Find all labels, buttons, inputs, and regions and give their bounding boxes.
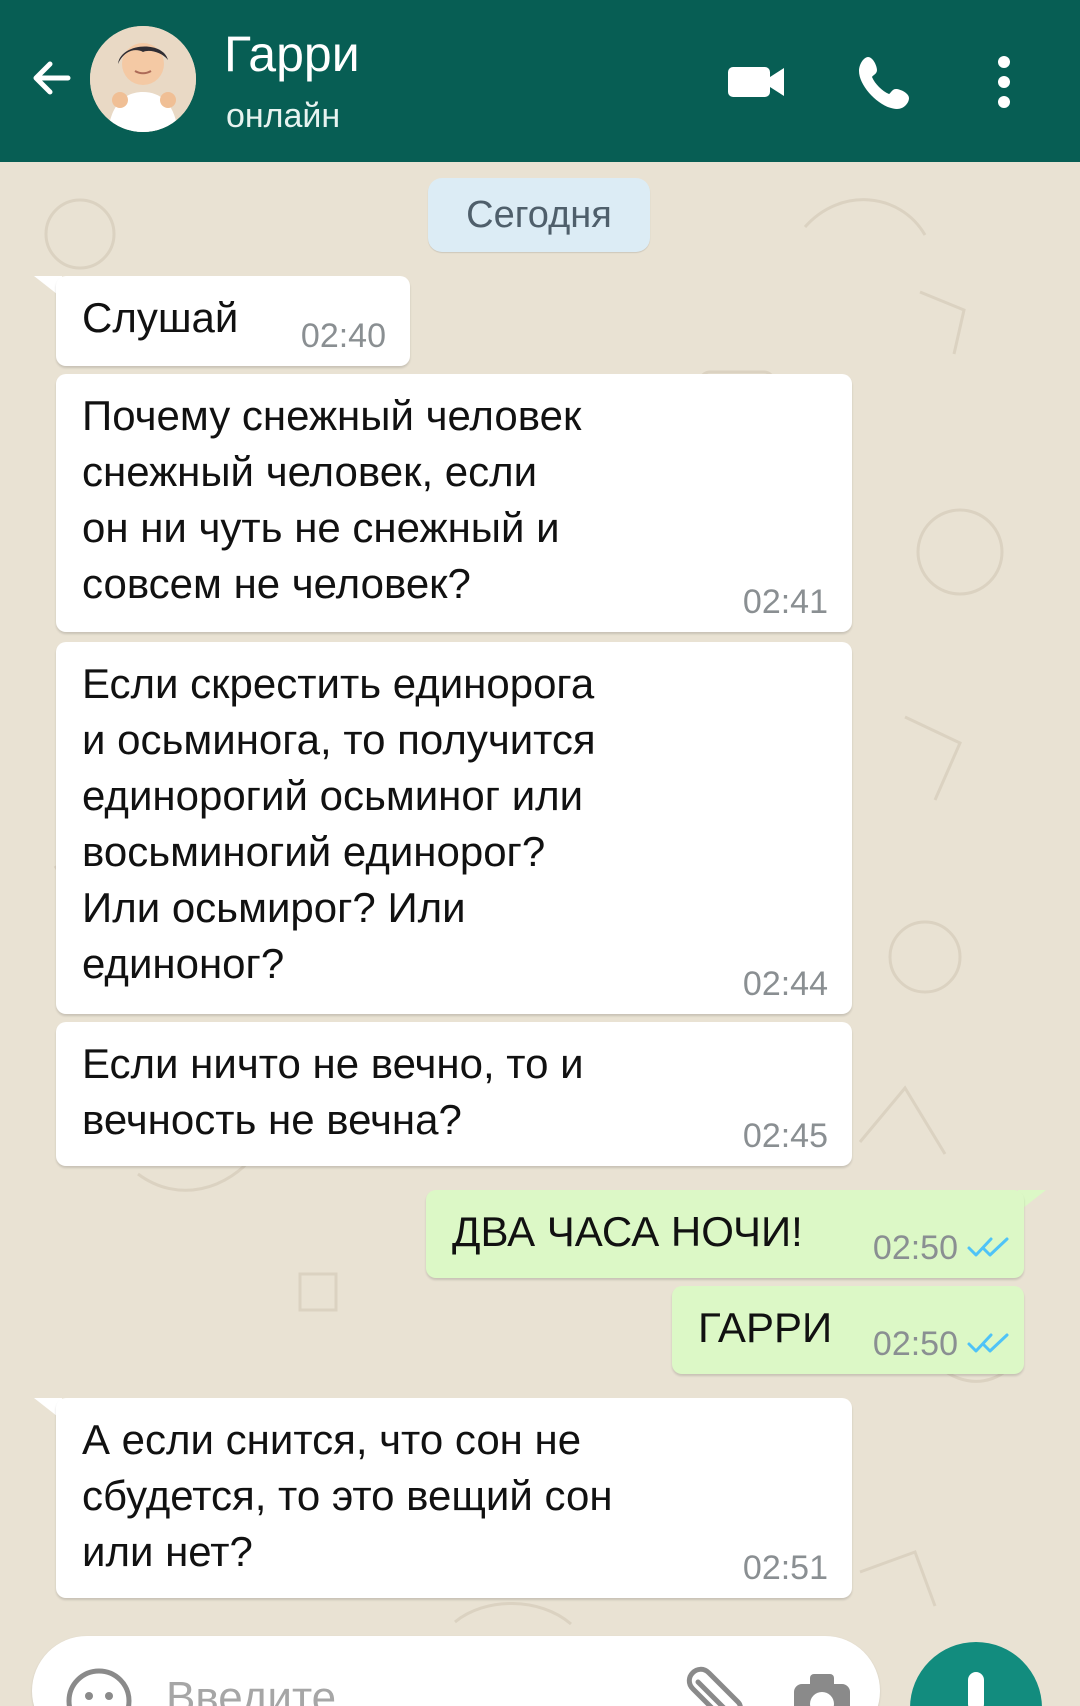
more-vert-icon[interactable] [968, 46, 1040, 118]
message-text: ДВА ЧАСА НОЧИ! [452, 1208, 803, 1255]
attachment-icon[interactable] [678, 1664, 746, 1706]
message-time: 02:50 [872, 1229, 958, 1267]
message-text: Почему снежный человек снежный человек, … [82, 392, 582, 607]
message-text: Если скрестить единорога и осьминога, то… [82, 660, 596, 987]
contact-avatar[interactable] [90, 26, 196, 132]
message-time: 02:50 [872, 1325, 958, 1363]
message-bubble-incoming[interactable]: Если ничто не вечно, то и вечность не ве… [56, 1022, 852, 1166]
contact-name[interactable]: Гарри [224, 26, 360, 82]
message-time: 02:45 [742, 1117, 828, 1155]
read-receipt-icon [967, 1333, 1009, 1353]
avatar-illustration [90, 26, 196, 132]
message-bubble-incoming[interactable]: Почему снежный человек снежный человек, … [56, 374, 852, 632]
message-text: ГАРРИ [698, 1304, 833, 1351]
message-text: Слушай [82, 294, 239, 341]
camera-icon[interactable] [782, 1660, 862, 1706]
read-receipt-icon [967, 1237, 1009, 1257]
date-chip: Сегодня [428, 178, 650, 252]
contact-status: онлайн [226, 97, 341, 135]
message-time: 02:40 [300, 317, 386, 355]
phone-icon[interactable] [850, 46, 922, 118]
message-text: А если снится, что сон не сбудется, то э… [82, 1416, 613, 1575]
message-bubble-incoming[interactable]: Если скрестить единорога и осьминога, то… [56, 642, 852, 1014]
message-time: 02:41 [742, 583, 828, 621]
message-time: 02:51 [742, 1549, 828, 1587]
chat-header: Гарри онлайн [0, 0, 1080, 162]
message-text: Если ничто не вечно, то и вечность не ве… [82, 1040, 584, 1143]
back-arrow-icon[interactable] [24, 50, 80, 106]
message-bubble-incoming[interactable]: А если снится, что сон не сбудется, то э… [56, 1398, 852, 1598]
message-bubble-incoming[interactable]: Слушай 02:40 [56, 276, 410, 366]
message-input[interactable]: Введите [166, 1672, 336, 1706]
message-bubble-outgoing[interactable]: ДВА ЧАСА НОЧИ! 02:50 [426, 1190, 1024, 1278]
video-camera-icon[interactable] [720, 46, 792, 118]
microphone-icon [968, 1672, 984, 1706]
emoji-icon[interactable] [60, 1662, 138, 1706]
message-composer[interactable]: Введите [32, 1636, 880, 1706]
message-time: 02:44 [742, 965, 828, 1003]
message-bubble-outgoing[interactable]: ГАРРИ 02:50 [672, 1286, 1024, 1374]
